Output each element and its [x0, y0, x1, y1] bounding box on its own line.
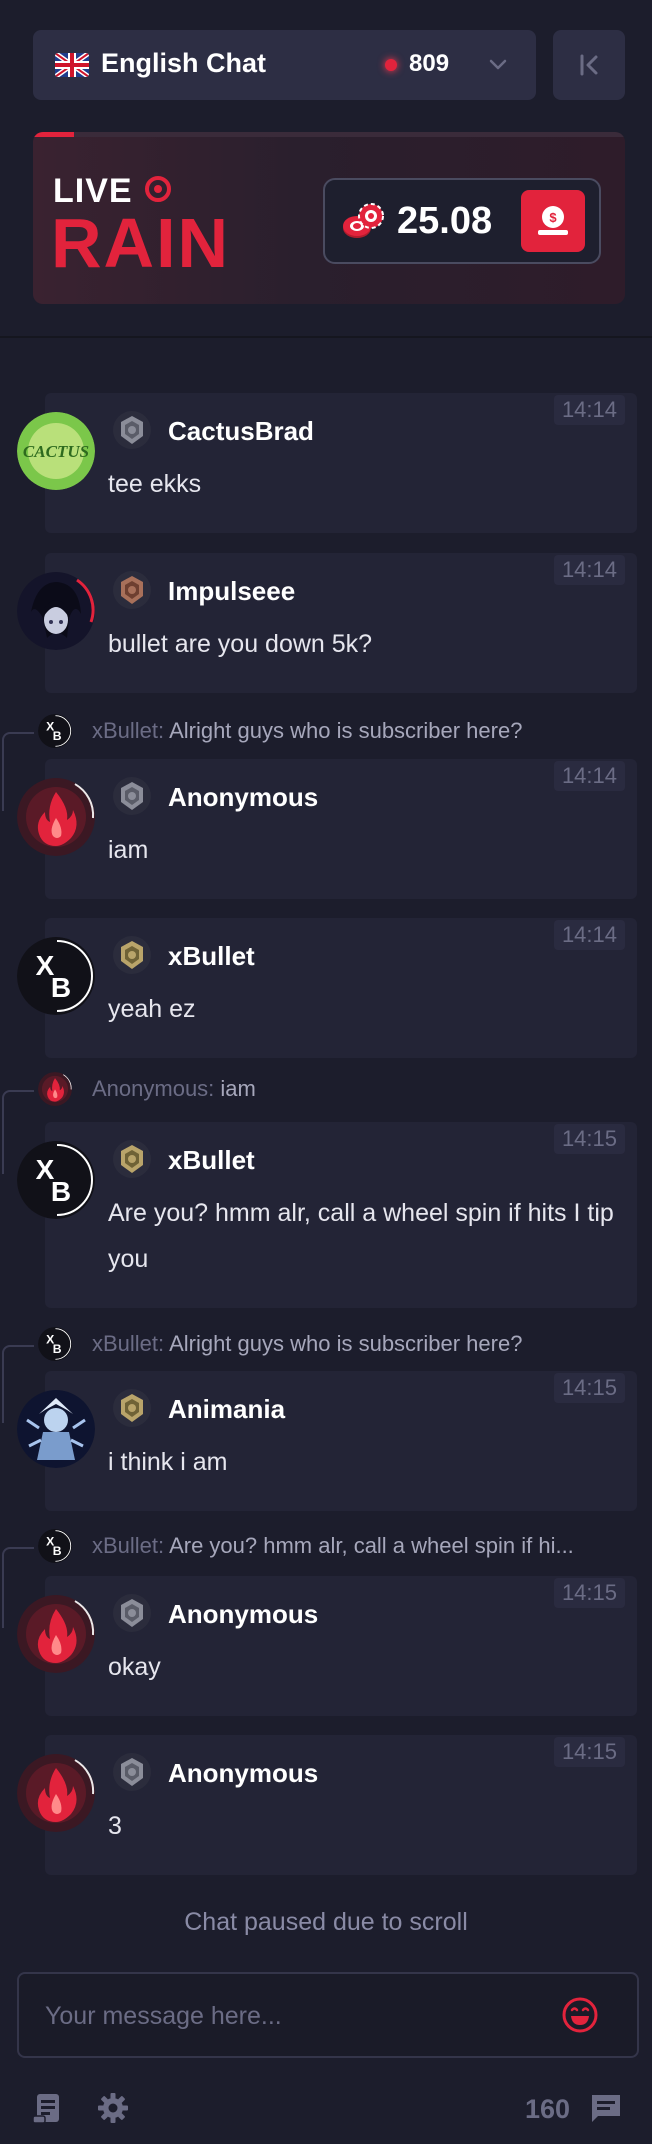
message-text: i think i am [108, 1448, 228, 1476]
message-text: 3 [108, 1812, 122, 1840]
message-time: 14:15 [553, 1737, 625, 1767]
rank-badge-icon [112, 1139, 152, 1179]
user-avatar[interactable] [17, 1390, 95, 1468]
chat-header: English Chat 809 LIVE RAIN 25.08 $ [0, 0, 652, 336]
rank-badge-icon [112, 1752, 152, 1792]
svg-text:$: $ [549, 210, 557, 225]
tip-rain-icon: $ [538, 206, 568, 235]
emoji-icon[interactable] [559, 1994, 601, 2036]
user-avatar[interactable]: XB [17, 937, 95, 1015]
message-time: 14:14 [553, 761, 625, 791]
reply-avatar: XB [38, 1529, 72, 1563]
message-text: okay [108, 1653, 161, 1681]
reply-reference[interactable]: Anonymous: iam [0, 1068, 652, 1174]
username[interactable]: xBullet [168, 941, 255, 972]
message-text: bullet are you down 5k? [108, 630, 373, 658]
rain-label: RAIN [51, 204, 231, 282]
online-count: 809 [409, 50, 450, 77]
chevron-down-icon [489, 59, 507, 70]
reply-avatar [38, 1072, 72, 1106]
reply-reference[interactable]: X B xBullet: Alright guys who is subscribe… [0, 710, 652, 811]
rank-badge-icon [112, 1593, 152, 1633]
message-count: 160 [525, 2094, 571, 2124]
message-time: 14:14 [553, 555, 625, 585]
language-label: English Chat [101, 48, 267, 78]
message-time: 14:15 [553, 1124, 625, 1154]
user-avatar[interactable]: XB [17, 1141, 95, 1219]
chips-icon [343, 203, 384, 238]
message-text: yeah ez [108, 995, 196, 1023]
message-text: Are you? hmm alr, call a wheel spin if h… [108, 1199, 614, 1273]
svg-text:B: B [53, 729, 62, 743]
collapse-left-icon [580, 54, 598, 76]
chat-paused-notice[interactable]: Chat paused due to scroll [0, 1908, 652, 1937]
user-avatar[interactable] [17, 572, 95, 650]
chat-bubble-icon[interactable] [588, 2090, 624, 2126]
reply-preview: xBullet: Alright guys who is subscriber … [92, 1331, 522, 1357]
reply-preview: xBullet: Alright guys who is subscriber … [92, 718, 522, 744]
reply-message: Alright guys who is subscriber here? [169, 718, 523, 743]
user-avatar[interactable]: CACTUS [17, 412, 95, 490]
username[interactable]: CactusBrad [168, 416, 314, 447]
user-avatar[interactable] [17, 1595, 95, 1673]
username[interactable]: Impulseee [168, 576, 295, 607]
message-input[interactable] [43, 1992, 547, 2040]
username[interactable]: Anonymous [168, 1758, 318, 1789]
rank-badge-icon [112, 410, 152, 450]
gear-icon[interactable] [95, 2090, 131, 2126]
user-avatar[interactable] [17, 1754, 95, 1832]
uk-flag-icon [55, 53, 89, 77]
rain-amount-box: 25.08 $ [323, 178, 601, 264]
rain-progress-bar [33, 132, 625, 137]
rank-badge-icon [112, 1388, 152, 1428]
reply-username: Anonymous: [92, 1076, 215, 1101]
language-selector[interactable]: English Chat 809 [33, 30, 536, 100]
online-indicator [385, 59, 397, 71]
tip-rain-button[interactable]: $ [521, 190, 585, 252]
reply-reference[interactable]: X B xBullet: Are you? hmm alr, call a whee… [0, 1525, 652, 1628]
reply-username: xBullet: [92, 1331, 165, 1356]
rank-badge-icon [112, 935, 152, 975]
message-time: 14:15 [553, 1578, 625, 1608]
rank-badge-icon [112, 570, 152, 610]
message-input-box[interactable] [17, 1972, 639, 2058]
message-text: iam [108, 836, 149, 864]
reply-preview: Anonymous: iam [92, 1076, 256, 1102]
reply-preview: xBullet: Are you? hmm alr, call a wheel … [92, 1533, 574, 1559]
reply-username: xBullet: [92, 1533, 165, 1558]
reply-avatar: XB [38, 1327, 72, 1361]
rain-progress-fill [33, 132, 75, 137]
svg-text:B: B [53, 1342, 62, 1356]
user-avatar[interactable] [17, 778, 95, 856]
reply-avatar: XB [38, 714, 72, 748]
username[interactable]: Animania [168, 1394, 285, 1425]
chat-message-list[interactable]: 14:14 CACTUS CactusBrad tee ekks 14:14 Impuls… [0, 340, 652, 1900]
header-divider [0, 336, 652, 338]
live-dot-icon [145, 176, 171, 202]
reply-message: iam [220, 1076, 256, 1101]
username[interactable]: Anonymous [168, 782, 318, 813]
reply-message: Alright guys who is subscriber here? [169, 1331, 523, 1356]
message-text: tee ekks [108, 470, 202, 498]
reply-message: Are you? hmm alr, call a wheel spin if h… [169, 1533, 574, 1558]
svg-text:B: B [51, 1176, 71, 1207]
username[interactable]: xBullet [168, 1145, 255, 1176]
rules-icon[interactable] [30, 2090, 66, 2126]
rain-amount: 25.08 [397, 200, 493, 242]
rank-badge-icon [112, 776, 152, 816]
message-time: 14:15 [553, 1373, 625, 1403]
collapse-chat-button[interactable] [553, 30, 625, 100]
svg-text:B: B [51, 972, 71, 1003]
message-time: 14:14 [553, 395, 625, 425]
username[interactable]: Anonymous [168, 1599, 318, 1630]
reply-username: xBullet: [92, 718, 165, 743]
svg-text:CACTUS: CACTUS [23, 442, 89, 461]
live-rain-banner: LIVE RAIN 25.08 $ [33, 132, 625, 304]
svg-text:B: B [53, 1544, 62, 1558]
message-time: 14:14 [553, 920, 625, 950]
reply-reference[interactable]: X B xBullet: Alright guys who is subscribe… [0, 1323, 652, 1423]
